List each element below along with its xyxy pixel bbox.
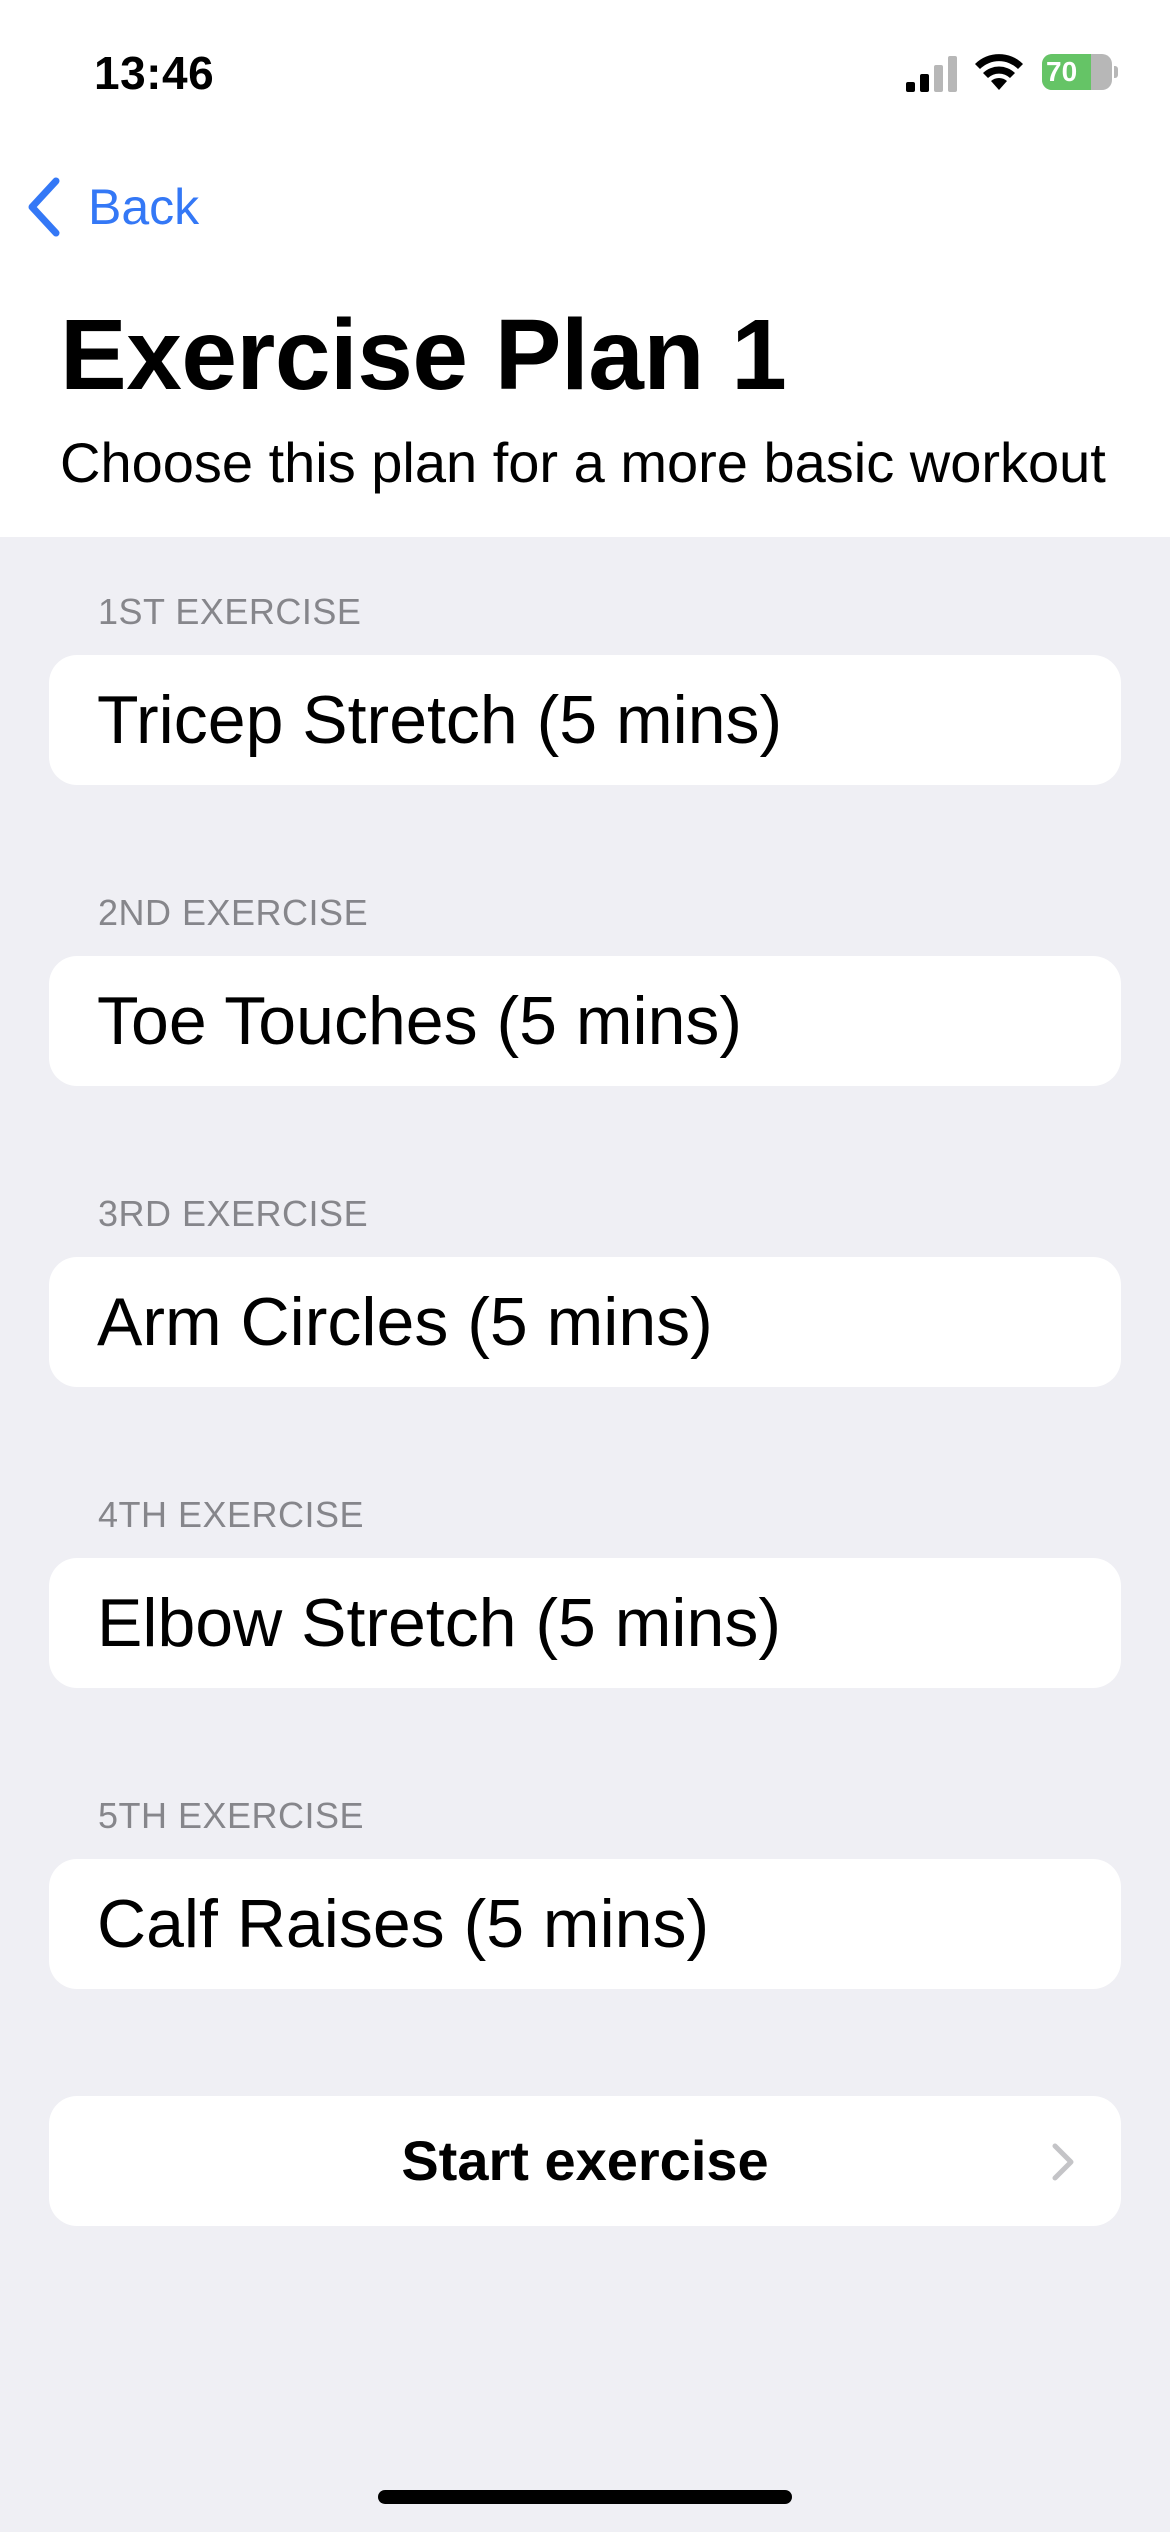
header-area: 13:46 70 Back Exercise Plan 1 Choose thi… bbox=[0, 0, 1170, 537]
back-button[interactable]: Back bbox=[24, 172, 199, 242]
battery-body: 70 bbox=[1042, 54, 1112, 90]
exercise-row: Arm Circles (5 mins) bbox=[49, 1257, 1121, 1387]
section-header: 2ND EXERCISE bbox=[98, 892, 369, 933]
back-label: Back bbox=[88, 179, 200, 235]
start-exercise-button[interactable]: Start exercise bbox=[49, 2096, 1121, 2226]
chevron-left-icon bbox=[28, 177, 60, 237]
page-title: Exercise Plan 1 bbox=[60, 299, 787, 411]
exercise-name: Toe Touches (5 mins) bbox=[97, 983, 743, 1059]
exercise-name: Tricep Stretch (5 mins) bbox=[97, 682, 783, 758]
exercise-row: Toe Touches (5 mins) bbox=[49, 956, 1121, 1086]
battery-cap bbox=[1114, 66, 1118, 78]
chevron-right-icon bbox=[1052, 2143, 1074, 2181]
exercise-plan-screen: 13:46 70 Back Exercise Plan 1 Choose thi… bbox=[0, 0, 1170, 2532]
exercise-name: Elbow Stretch (5 mins) bbox=[97, 1585, 781, 1661]
page-subtitle: Choose this plan for a more basic workou… bbox=[60, 431, 1106, 494]
exercise-row: Calf Raises (5 mins) bbox=[49, 1859, 1121, 1989]
battery-icon: 70 bbox=[1042, 52, 1118, 92]
battery-label: 70 bbox=[1046, 56, 1078, 87]
exercise-row: Elbow Stretch (5 mins) bbox=[49, 1558, 1121, 1688]
start-exercise-label: Start exercise bbox=[401, 2129, 769, 2192]
section-header: 3RD EXERCISE bbox=[98, 1193, 369, 1234]
section-header: 1ST EXERCISE bbox=[98, 591, 362, 632]
wifi-icon bbox=[975, 54, 1023, 90]
signal-icon bbox=[906, 56, 957, 92]
section-header: 4TH EXERCISE bbox=[98, 1494, 365, 1535]
exercise-name: Arm Circles (5 mins) bbox=[97, 1284, 713, 1360]
exercise-name: Calf Raises (5 mins) bbox=[97, 1886, 710, 1962]
home-indicator bbox=[378, 2490, 792, 2504]
section-header: 5TH EXERCISE bbox=[98, 1795, 365, 1836]
status-time: 13:46 bbox=[94, 47, 215, 99]
exercise-row: Tricep Stretch (5 mins) bbox=[49, 655, 1121, 785]
